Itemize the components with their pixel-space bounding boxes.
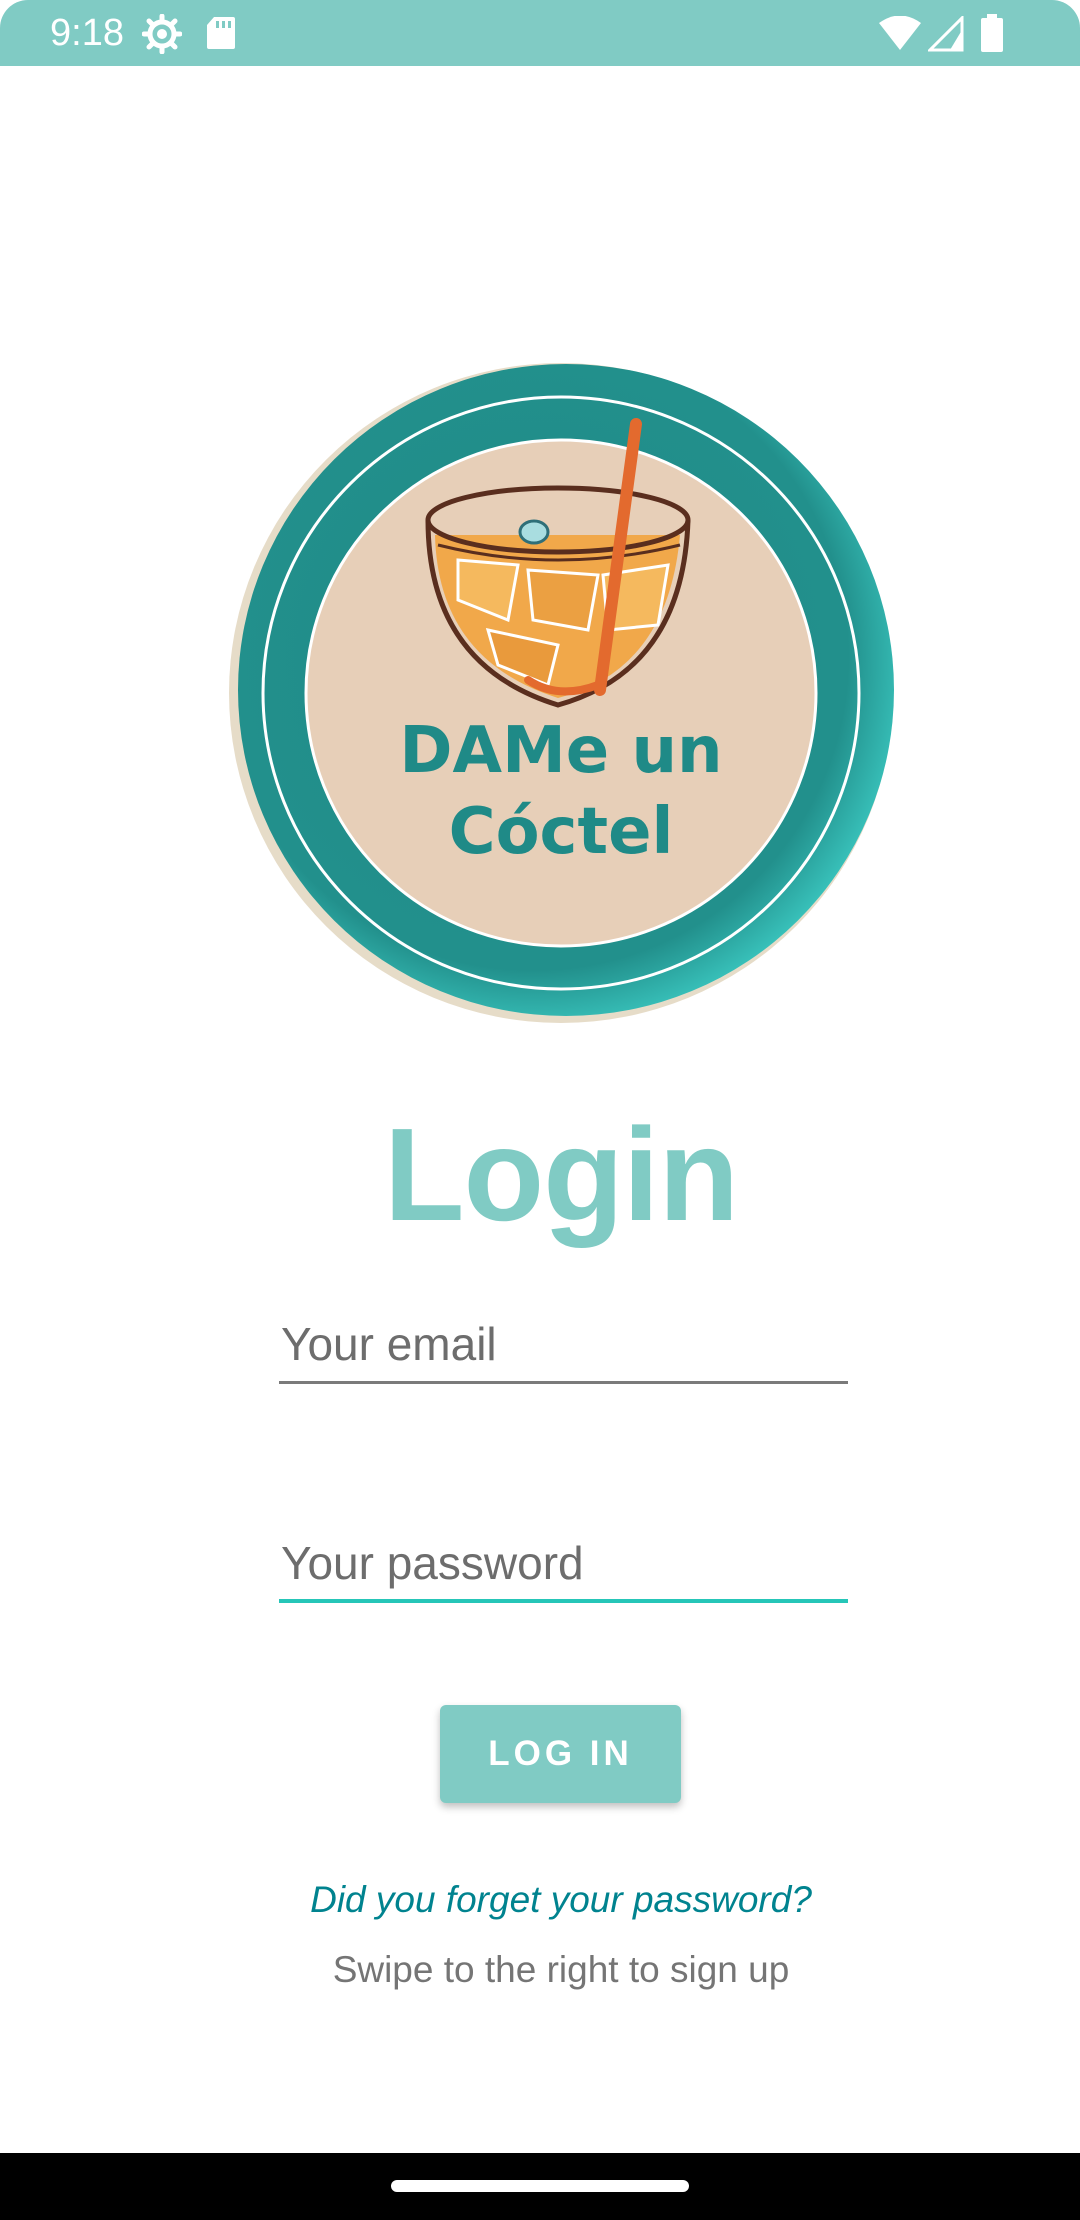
wifi-icon bbox=[879, 16, 921, 50]
logo-text-line1: DAMe un bbox=[399, 714, 722, 788]
home-indicator[interactable] bbox=[391, 2180, 689, 2192]
app-logo: DAMe un Cóctel bbox=[229, 363, 894, 1023]
battery-icon bbox=[981, 14, 1003, 52]
email-field-container bbox=[279, 1312, 848, 1384]
password-field[interactable] bbox=[279, 1531, 848, 1595]
login-button[interactable]: LOG IN bbox=[440, 1705, 681, 1803]
password-underline bbox=[279, 1599, 848, 1603]
password-field-container bbox=[279, 1531, 848, 1603]
page-title: Login bbox=[383, 1101, 739, 1248]
status-bar: 9:18 bbox=[0, 0, 1080, 66]
email-underline bbox=[279, 1381, 848, 1384]
forgot-password-link[interactable]: Did you forget your password? bbox=[0, 1876, 1080, 1924]
signup-hint: Swipe to the right to sign up bbox=[332, 1949, 790, 1990]
signal-icon bbox=[928, 16, 964, 52]
gear-icon bbox=[142, 14, 182, 54]
email-field[interactable] bbox=[279, 1312, 848, 1376]
logo-text-line2: Cóctel bbox=[449, 795, 674, 869]
status-time: 9:18 bbox=[50, 12, 124, 54]
login-screen: 9:18 DAMe un Cóctel Login Your email LOG… bbox=[0, 0, 1080, 2220]
sd-card-icon bbox=[207, 17, 235, 49]
